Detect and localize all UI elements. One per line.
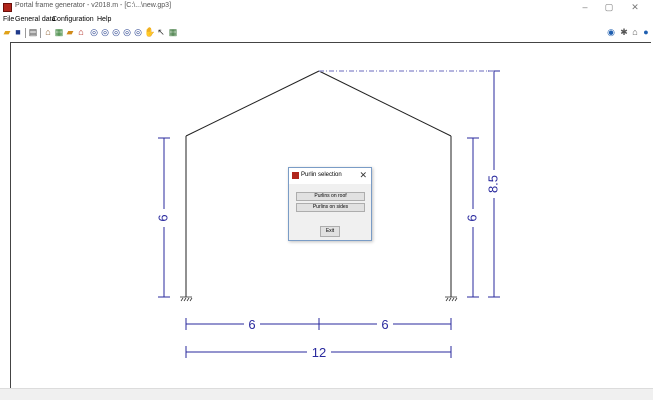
bay-left-label: 6 [248, 317, 255, 332]
status-bar [0, 388, 653, 400]
left-support [180, 296, 193, 302]
total-height-label: 8.5 [485, 175, 500, 193]
dialog-title-bar: Purlin selection ✕ [289, 168, 371, 184]
dialog-close-icon[interactable]: ✕ [359, 170, 367, 181]
purlins-on-sides-button[interactable]: Purlins on sides [296, 203, 365, 212]
dialog-title: Purlin selection [301, 172, 342, 178]
bay-right-label: 6 [381, 317, 388, 332]
right-height-label: 6 [464, 214, 479, 221]
purlin-selection-dialog: Purlin selection ✕ Purlins on roof Purli… [288, 167, 372, 241]
dialog-app-icon [292, 172, 299, 179]
exit-button[interactable]: Exit [320, 226, 340, 237]
right-rafter [318, 70, 452, 137]
right-support [445, 296, 458, 302]
span-label: 12 [312, 345, 326, 360]
left-rafter [185, 70, 320, 137]
purlins-on-roof-button[interactable]: Purlins on roof [296, 192, 365, 201]
left-height-label: 6 [155, 214, 170, 221]
